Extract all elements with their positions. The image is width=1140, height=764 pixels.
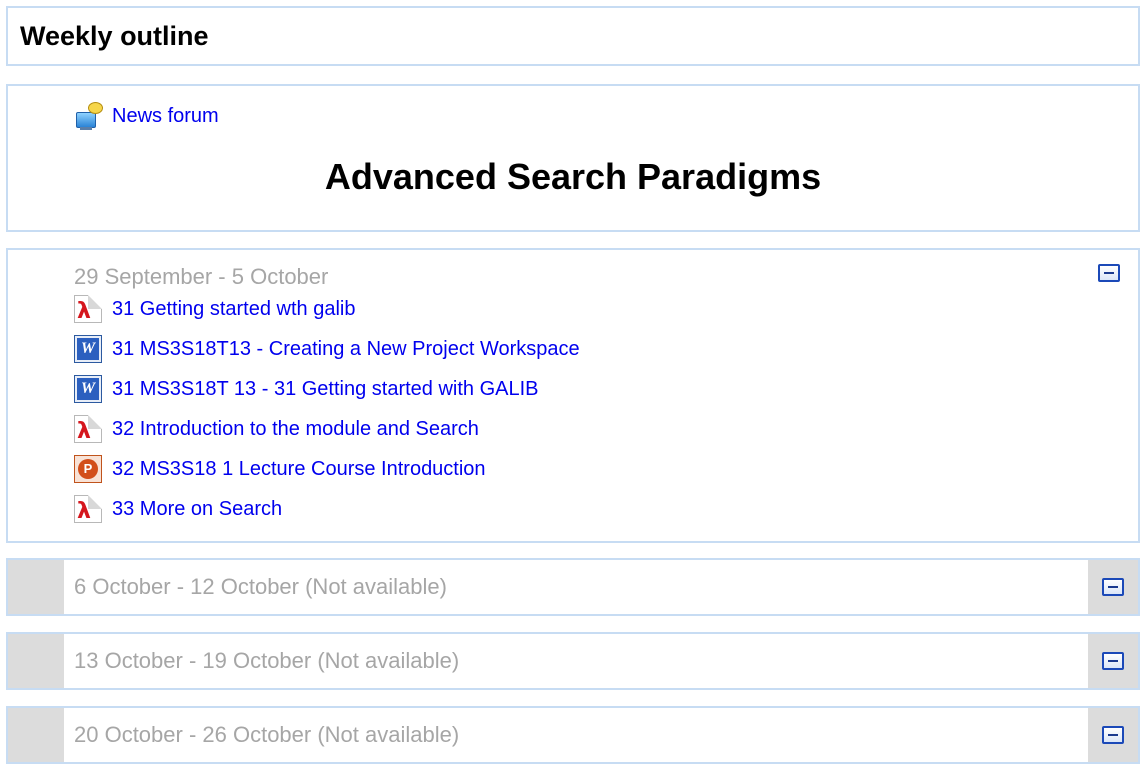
- word-icon: W: [74, 375, 102, 403]
- activity-item[interactable]: W 31 MS3S18T13 - Creating a New Project …: [74, 333, 580, 365]
- weekly-outline-title: Weekly outline: [20, 21, 209, 51]
- news-forum-link[interactable]: News forum: [112, 105, 219, 128]
- activity-link[interactable]: 33 More on Search: [112, 498, 282, 521]
- activity-link[interactable]: 32 Introduction to the module and Search: [112, 418, 479, 441]
- collapse-section-icon[interactable]: [1098, 264, 1120, 282]
- collapse-section-icon[interactable]: [1102, 578, 1124, 596]
- week-section-hidden: 6 October - 12 October (Not available): [6, 558, 1140, 616]
- activity-link[interactable]: 32 MS3S18 1 Lecture Course Introduction: [112, 458, 486, 481]
- pdf-icon: λ: [74, 495, 102, 523]
- course-heading: Advanced Search Paradigms: [324, 156, 822, 197]
- activity-item[interactable]: W 31 MS3S18T 13 - 31 Getting started wit…: [74, 373, 539, 405]
- word-icon: W: [74, 335, 102, 363]
- activity-item[interactable]: λ 32 Introduction to the module and Sear…: [74, 413, 479, 445]
- activity-link[interactable]: 31 MS3S18T 13 - 31 Getting started with …: [112, 378, 539, 401]
- week-section-hidden: 20 October - 26 October (Not available): [6, 706, 1140, 764]
- activity-item[interactable]: λ 31 Getting started wth galib: [74, 293, 355, 325]
- week-section-hidden: 13 October - 19 October (Not available): [6, 632, 1140, 690]
- pdf-icon: λ: [74, 295, 102, 323]
- news-forum-activity[interactable]: News forum: [74, 100, 219, 132]
- powerpoint-icon: P: [74, 455, 102, 483]
- activity-link[interactable]: 31 MS3S18T13 - Creating a New Project Wo…: [112, 338, 580, 361]
- week-title: 29 September - 5 October: [74, 264, 329, 289]
- activity-item[interactable]: P 32 MS3S18 1 Lecture Course Introductio…: [74, 453, 486, 485]
- pdf-icon: λ: [74, 415, 102, 443]
- activity-item[interactable]: λ 33 More on Search: [74, 493, 282, 525]
- collapse-section-icon[interactable]: [1102, 652, 1124, 670]
- week-title: 20 October - 26 October (Not available): [74, 722, 460, 747]
- collapse-section-icon[interactable]: [1102, 726, 1124, 744]
- activity-link[interactable]: 31 Getting started wth galib: [112, 298, 355, 321]
- week-title: 6 October - 12 October (Not available): [74, 574, 447, 599]
- week-title: 13 October - 19 October (Not available): [74, 648, 460, 673]
- week-section-1: 29 September - 5 October λ 31 Getting st…: [6, 248, 1140, 543]
- weekly-outline-header: Weekly outline: [6, 6, 1140, 66]
- forum-icon: [74, 102, 103, 130]
- general-section: News forum Advanced Search Paradigms: [6, 84, 1140, 232]
